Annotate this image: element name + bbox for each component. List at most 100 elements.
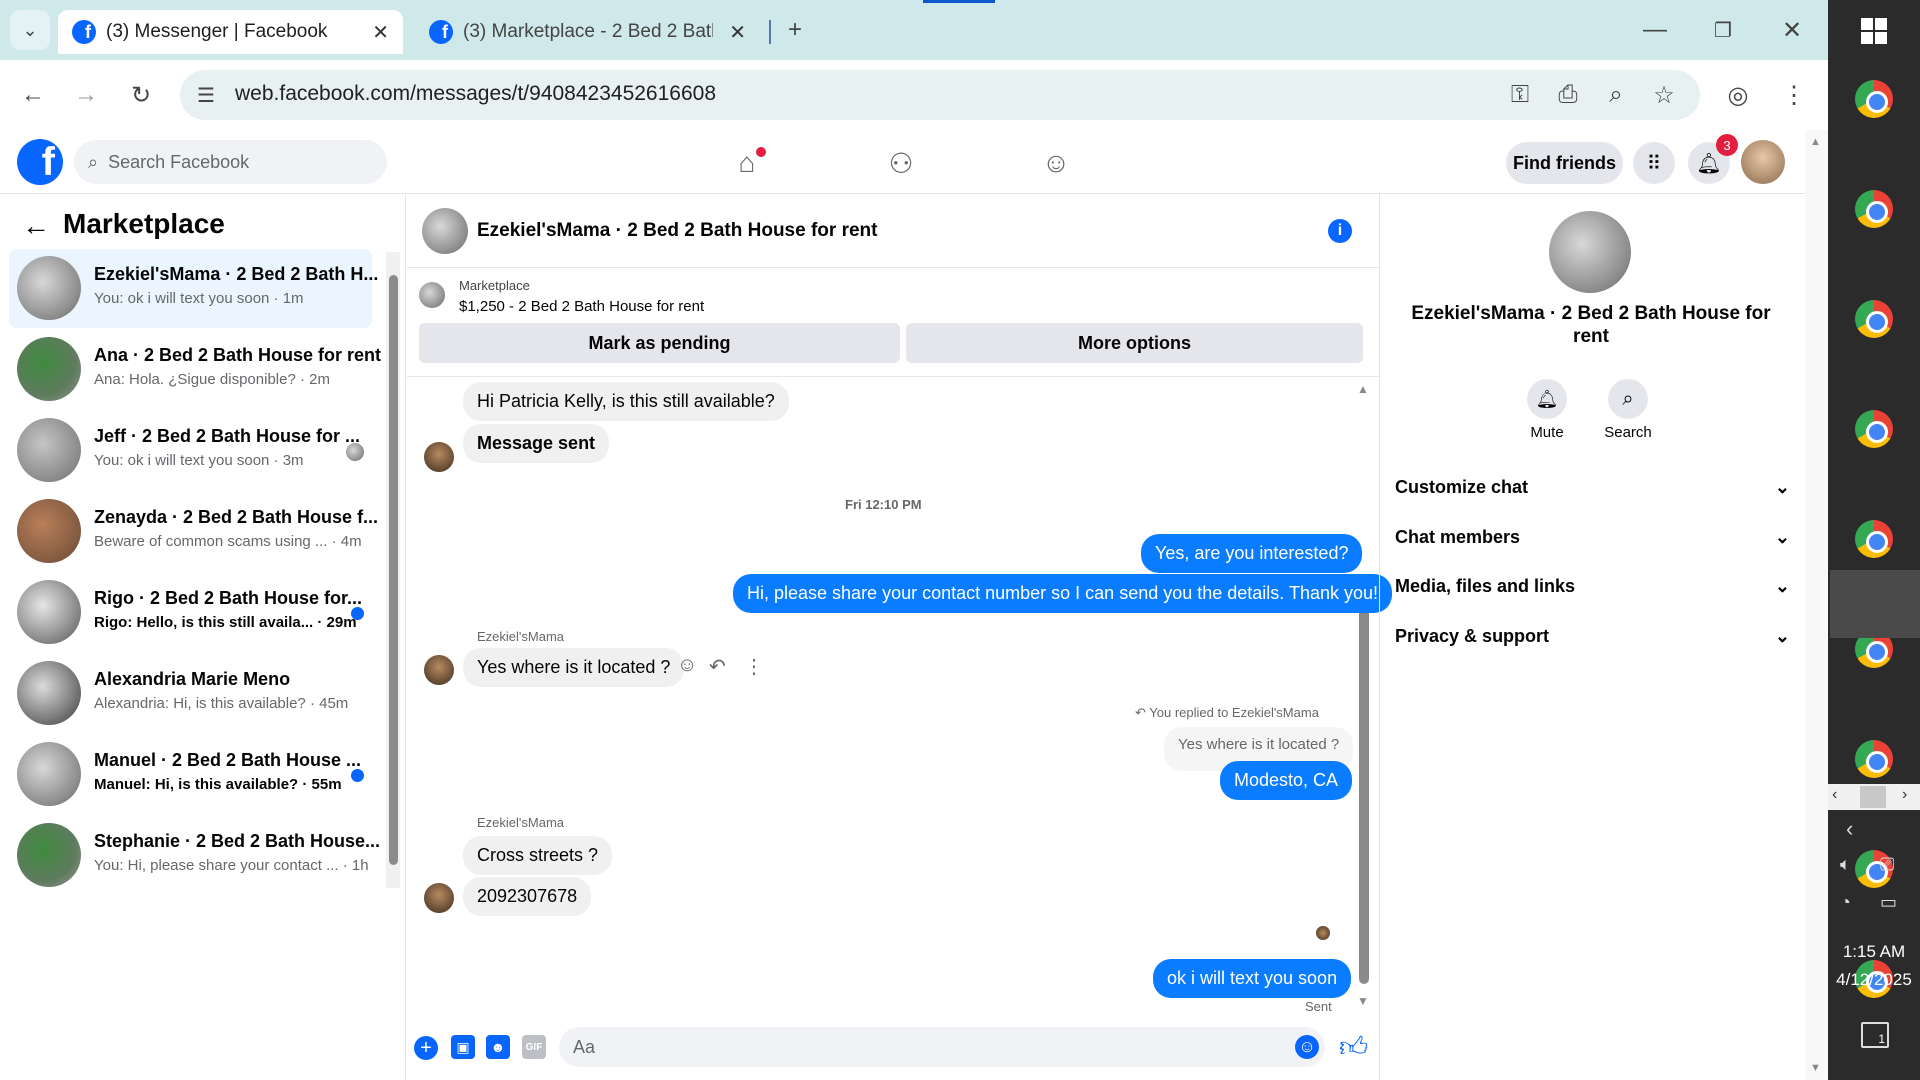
url-text[interactable]: web.facebook.com/messages/t/940842345261… (235, 82, 716, 106)
battery-icon[interactable]: ▭ (1880, 892, 1897, 913)
sender-name: Ezekiel'sMama (477, 629, 565, 644)
chat-scroll-thumb[interactable] (1359, 602, 1369, 984)
install-app-icon[interactable]: ⎙ (1548, 75, 1588, 115)
restore-icon: ❐ (1714, 19, 1732, 42)
volume-icon[interactable]: 🔈︎ (1840, 854, 1851, 875)
emoji-icon[interactable]: ☺ (1295, 1035, 1319, 1059)
taskbar-scroll-thumb[interactable] (1860, 786, 1886, 808)
section-label: Chat members (1395, 527, 1521, 547)
chat-title[interactable]: Ezekiel'sMama · 2 Bed 2 Bath House for r… (477, 220, 877, 242)
thumbs-up-icon[interactable]: 👍︎ (1339, 1030, 1368, 1064)
search-facebook-input[interactable]: ⌕ Search Facebook (74, 140, 387, 184)
listing-price[interactable]: $1,250 - 2 Bed 2 Bath House for rent (459, 298, 704, 315)
message-bubble-incoming[interactable]: Hi Patricia Kelly, is this still availab… (463, 382, 789, 421)
friends-nav-icon[interactable]: ⚇ (881, 143, 921, 183)
reload-icon: ↻ (130, 81, 152, 109)
menu-kebab-icon[interactable]: ⋮ (1774, 75, 1814, 115)
conversation-preview: Ana: Hola. ¿Sigue disponible? · 2m (94, 371, 330, 388)
camera-icon[interactable]: ⎚ (1880, 854, 1894, 875)
taskbar-time[interactable]: 1:15 AM (1830, 942, 1918, 962)
privacy-support-row[interactable]: Privacy & support ⌄ (1395, 626, 1790, 647)
sender-avatar[interactable] (424, 655, 454, 685)
photo-icon[interactable]: ▣ (451, 1035, 475, 1059)
chat-avatar[interactable] (422, 208, 468, 254)
message-bubble-incoming[interactable]: Message sent (463, 424, 610, 463)
forward-button[interactable]: → (66, 75, 106, 115)
react-emoji-icon[interactable]: ☺ (677, 654, 697, 677)
tab-messenger[interactable]: f (3) Messenger | Facebook ✕ (58, 10, 403, 54)
chat-members-row[interactable]: Chat members ⌄ (1395, 527, 1790, 548)
back-button[interactable]: ← (13, 75, 53, 115)
info-icon[interactable]: i (1328, 219, 1352, 243)
reload-button[interactable]: ↻ (121, 75, 161, 115)
scroll-right-icon[interactable]: › (1902, 786, 1907, 804)
message-bubble-outgoing[interactable]: Modesto, CA (1220, 761, 1353, 800)
search-icon[interactable]: ⌕ (1608, 379, 1648, 419)
tab-search-button[interactable]: ⌄ (10, 10, 50, 50)
scroll-left-icon[interactable]: ‹ (1832, 786, 1837, 804)
message-bubble-outgoing[interactable]: Hi, please share your contact number so … (733, 574, 1393, 613)
plus-circle-icon[interactable]: + (414, 1036, 438, 1060)
page-scroll-up-icon[interactable]: ▲ (1810, 136, 1821, 148)
sticker-icon[interactable]: ☻ (486, 1035, 510, 1059)
media-files-links-row[interactable]: Media, files and links ⌄ (1395, 576, 1790, 597)
windows-start-icon[interactable] (1861, 18, 1887, 44)
reply-icon[interactable]: ↶ (709, 654, 726, 679)
message-bubble-incoming[interactable]: Cross streets ? (463, 836, 613, 875)
message-bubble-incoming[interactable]: 2092307678 (463, 877, 592, 916)
listing-thumbnail[interactable] (419, 282, 445, 308)
chrome-app-icon[interactable] (1855, 520, 1893, 558)
message-bubble-incoming[interactable]: Yes where is it located ? (463, 648, 685, 687)
message-bubble-outgoing[interactable]: Yes, are you interested? (1141, 534, 1363, 573)
profile-icon[interactable]: ◎ (1718, 75, 1758, 115)
wifi-icon[interactable]: ◔ (1840, 892, 1851, 913)
customize-chat-row[interactable]: Customize chat ⌄ (1395, 477, 1790, 498)
divider (407, 376, 1379, 377)
password-key-icon[interactable]: ⚿ (1500, 75, 1540, 115)
groups-nav-icon[interactable]: ☺ (1036, 143, 1076, 183)
close-window-button[interactable]: ✕ (1772, 10, 1812, 50)
scroll-down-arrow-icon[interactable]: ▼ (1357, 994, 1369, 1008)
gif-icon[interactable]: GIF (522, 1035, 546, 1059)
conversation-preview: Manuel: Hi, is this available? · 55m (94, 776, 342, 793)
close-tab-icon[interactable]: ✕ (729, 20, 746, 45)
mute-bell-icon[interactable]: 🔔︎ (1527, 379, 1567, 419)
page-scrollbar[interactable] (1805, 130, 1828, 1080)
chrome-app-icon[interactable] (1855, 80, 1893, 118)
sender-avatar[interactable] (424, 883, 454, 913)
facebook-favicon-icon: f (72, 20, 96, 44)
minimize-button[interactable]: — (1635, 10, 1675, 50)
close-icon: ✕ (1781, 16, 1803, 44)
more-options-button[interactable]: More options (906, 323, 1363, 363)
new-tab-button[interactable]: + (775, 10, 815, 50)
back-arrow-icon[interactable]: ← (22, 210, 50, 242)
more-kebab-icon[interactable]: ⋮ (744, 654, 764, 679)
taskbar-date[interactable]: 4/12/2025 (1828, 970, 1920, 990)
sender-avatar[interactable] (424, 442, 454, 472)
scroll-up-arrow-icon[interactable]: ▲ (1357, 382, 1369, 396)
notification-center-icon[interactable]: 1 (1861, 1022, 1889, 1048)
chrome-app-icon[interactable] (1855, 410, 1893, 448)
tab-marketplace[interactable]: f (3) Marketplace - 2 Bed 2 Bath Ho ✕ (415, 10, 760, 54)
find-friends-button[interactable]: Find friends (1506, 142, 1623, 184)
zoom-icon[interactable]: ⌕ (1596, 75, 1636, 115)
facebook-logo-icon[interactable]: f (17, 139, 63, 185)
page-scroll-down-icon[interactable]: ▼ (1810, 1062, 1821, 1074)
chrome-app-icon[interactable] (1855, 300, 1893, 338)
message-bubble-outgoing[interactable]: ok i will text you soon (1153, 959, 1352, 998)
chrome-app-icon[interactable] (1855, 190, 1893, 228)
message-input[interactable]: Aa (559, 1027, 1325, 1067)
restore-button[interactable]: ❐ (1703, 10, 1743, 50)
mark-as-pending-button[interactable]: Mark as pending (419, 323, 900, 363)
site-info-button[interactable]: ☰ (186, 75, 226, 115)
bookmark-star-icon[interactable]: ☆ (1644, 75, 1684, 115)
details-avatar[interactable] (1549, 211, 1631, 293)
home-notification-dot (756, 147, 766, 157)
conversation-avatar (17, 661, 81, 725)
profile-avatar[interactable] (1741, 140, 1785, 184)
sidebar-scroll-thumb[interactable] (389, 275, 398, 865)
show-hidden-icons-icon[interactable]: ‹ (1846, 816, 1853, 842)
chrome-app-icon[interactable] (1855, 740, 1893, 778)
menu-grid-icon[interactable]: ⠿ (1633, 142, 1675, 184)
close-tab-icon[interactable]: ✕ (372, 20, 389, 45)
